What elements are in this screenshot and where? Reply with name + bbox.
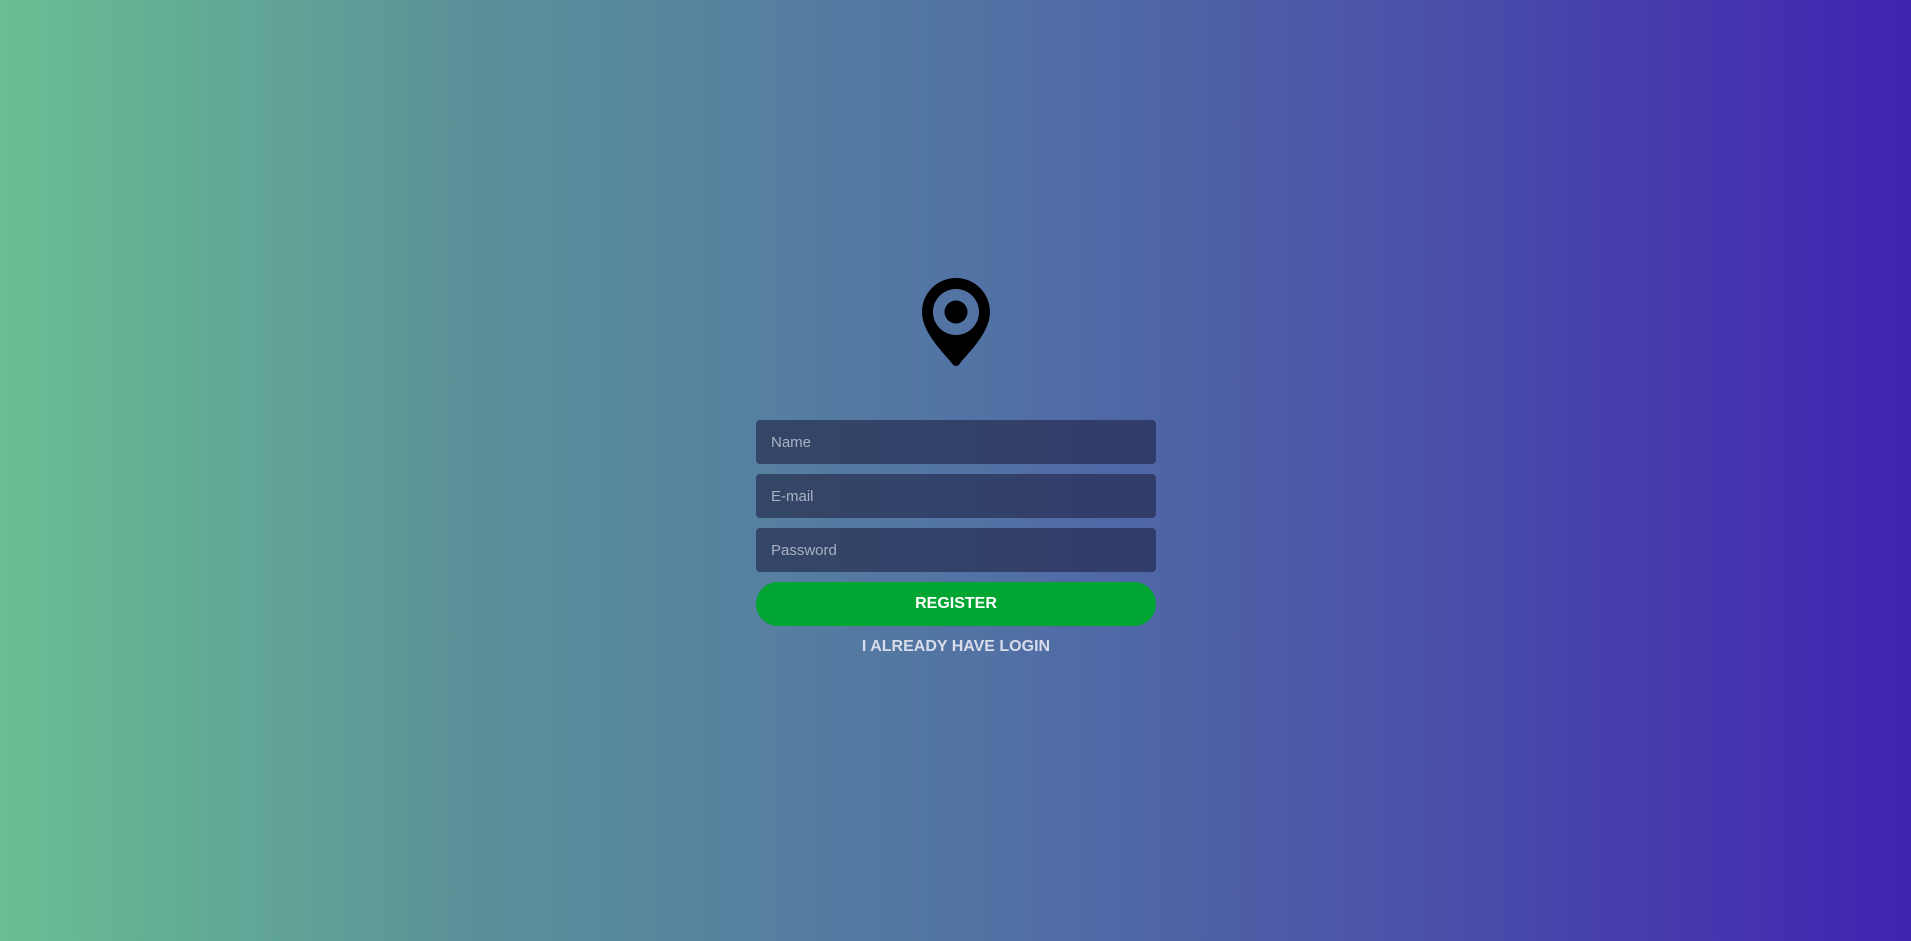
map-pin-icon bbox=[922, 278, 990, 368]
register-form: REGISTER I ALREADY HAVE LOGIN bbox=[756, 420, 1156, 656]
register-button[interactable]: REGISTER bbox=[756, 582, 1156, 626]
email-field[interactable] bbox=[756, 474, 1156, 518]
register-screen: REGISTER I ALREADY HAVE LOGIN bbox=[0, 0, 1911, 941]
password-field[interactable] bbox=[756, 528, 1156, 572]
name-field[interactable] bbox=[756, 420, 1156, 464]
already-have-login-link[interactable]: I ALREADY HAVE LOGIN bbox=[756, 638, 1156, 656]
